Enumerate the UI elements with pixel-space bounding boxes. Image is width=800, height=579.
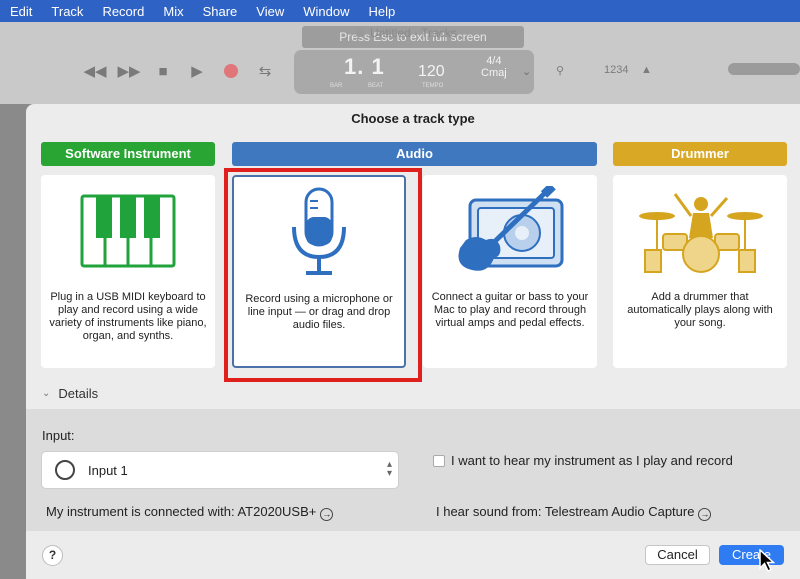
rewind-icon[interactable]: ◀◀ xyxy=(83,61,106,81)
help-button[interactable]: ? xyxy=(42,545,63,566)
input-select[interactable]: Input 1 ▴ ▾ xyxy=(41,451,399,489)
lcd-tempo-label: TEMPO xyxy=(422,83,444,89)
lcd-tempo: 120 xyxy=(418,63,445,80)
menu-view[interactable]: View xyxy=(246,4,293,19)
track-card-guitar-bass[interactable]: Connect a guitar or bass to your Mac to … xyxy=(423,175,597,368)
hear-instrument-checkbox[interactable]: I want to hear my instrument as I play a… xyxy=(433,453,733,468)
stop-icon[interactable]: ■ xyxy=(152,61,174,81)
window-title: Untitled - Tracks xyxy=(356,26,457,40)
document-icon xyxy=(356,29,364,37)
details-panel: Input: Input 1 ▴ ▾ My instrument is conne… xyxy=(26,409,800,531)
arrow-circle-icon[interactable]: → xyxy=(320,508,334,521)
menu-track[interactable]: Track xyxy=(41,4,92,19)
play-icon[interactable]: ▶ xyxy=(186,61,208,81)
lcd-bar-label: BAR xyxy=(330,83,343,89)
sound-output-info[interactable]: I hear sound from: Telestream Audio Capt… xyxy=(436,504,712,521)
lcd-position: 1. 1 xyxy=(344,54,385,79)
input-label: Input: xyxy=(42,428,75,443)
cancel-button[interactable]: Cancel xyxy=(645,545,710,565)
lcd-menu-chevron-icon[interactable]: ⌄ xyxy=(522,65,531,78)
arrow-circle-icon[interactable]: → xyxy=(698,508,712,521)
hear-instrument-label: I want to hear my instrument as I play a… xyxy=(451,453,733,468)
menu-record[interactable]: Record xyxy=(92,4,153,19)
connected-with-info[interactable]: My instrument is connected with: AT2020U… xyxy=(46,504,334,521)
menu-share[interactable]: Share xyxy=(193,4,247,19)
details-label: Details xyxy=(58,386,99,401)
record-icon[interactable] xyxy=(220,61,242,81)
lcd-beat-label: BEAT xyxy=(368,83,384,89)
new-track-dialog: Choose a track type Software Instrument … xyxy=(26,104,800,579)
menu-bar: Edit Track Record Mix Share View Window … xyxy=(0,0,800,22)
tuner-icon[interactable]: ⚲ xyxy=(556,64,564,77)
lcd-display[interactable]: 1. 1 BAR BEAT 120 TEMPO 4/4 Cmaj xyxy=(294,50,534,94)
piano-keyboard-icon xyxy=(41,183,215,279)
checkbox-box[interactable] xyxy=(433,454,445,467)
menu-window[interactable]: Window xyxy=(293,4,358,19)
card-description: Add a drummer that automatically plays a… xyxy=(627,291,773,329)
chevron-down-icon: ⌄ xyxy=(42,388,51,399)
drummer-icon xyxy=(613,183,787,279)
control-bar: Press Esc to exit full screen Untitled -… xyxy=(0,22,800,104)
category-drummer[interactable]: Drummer xyxy=(613,142,787,166)
master-volume-slider[interactable] xyxy=(728,63,800,75)
menu-help[interactable]: Help xyxy=(358,4,404,19)
lcd-signature: 4/4 Cmaj xyxy=(481,55,507,79)
input-value: Input 1 xyxy=(88,463,128,478)
details-disclosure[interactable]: ⌄ Details xyxy=(42,386,98,401)
track-card-software-instrument[interactable]: Plug in a USB MIDI keyboard to play and … xyxy=(41,175,215,368)
dialog-title: Choose a track type xyxy=(351,111,475,126)
count-in[interactable]: 1234 xyxy=(604,64,628,76)
category-software-instrument[interactable]: Software Instrument xyxy=(41,142,215,166)
input-ring-icon xyxy=(55,460,75,480)
metronome-icon[interactable]: ▲ xyxy=(641,64,652,76)
fast-forward-icon[interactable]: ▶▶ xyxy=(117,61,140,81)
track-card-drummer[interactable]: Add a drummer that automatically plays a… xyxy=(613,175,787,368)
menu-edit[interactable]: Edit xyxy=(0,4,41,19)
transport-controls: ◀◀ ▶▶ ■ ▶ ⇆ xyxy=(83,59,288,83)
cycle-icon[interactable]: ⇆ xyxy=(254,61,276,81)
card-description: Plug in a USB MIDI keyboard to play and … xyxy=(49,291,207,342)
menu-mix[interactable]: Mix xyxy=(153,4,192,19)
card-description: Connect a guitar or bass to your Mac to … xyxy=(431,291,589,329)
mouse-pointer-icon xyxy=(759,548,776,578)
updown-arrows-icon: ▴ ▾ xyxy=(386,459,392,479)
guitar-amp-icon xyxy=(423,183,597,279)
category-audio[interactable]: Audio xyxy=(232,142,597,166)
selection-highlight xyxy=(224,168,422,382)
